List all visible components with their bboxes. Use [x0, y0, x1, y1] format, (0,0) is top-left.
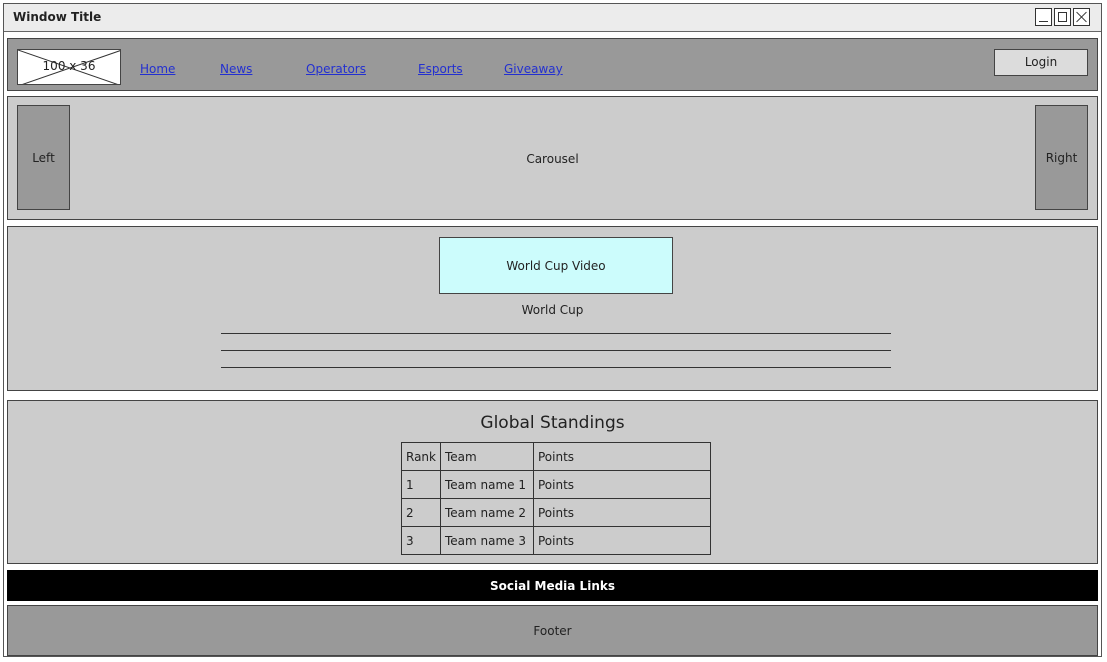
footer-label: Footer: [533, 624, 572, 638]
column-header-points: Points: [532, 442, 712, 471]
nav-link-operators[interactable]: Operators: [306, 62, 366, 76]
text-line: [221, 350, 891, 351]
footer: Footer: [7, 605, 1098, 656]
nav-link-esports[interactable]: Esports: [418, 62, 463, 76]
table-row: 3 Team name 3 Points: [401, 526, 712, 555]
points-cell: Points: [532, 526, 712, 555]
table-row: 1 Team name 1 Points: [401, 470, 712, 499]
logo-placeholder: 100 x 36: [17, 49, 121, 85]
title-bar: Window Title: [4, 4, 1101, 32]
rank-cell: 2: [401, 498, 441, 527]
team-cell: Team name 2: [439, 498, 534, 527]
table-header-row: Rank Team Points: [401, 442, 712, 471]
social-media-links-bar[interactable]: Social Media Links: [7, 570, 1098, 601]
text-line: [221, 333, 891, 334]
text-line: [221, 367, 891, 368]
rank-cell: 3: [401, 526, 441, 555]
standings-title: Global Standings: [480, 413, 625, 433]
navigation-bar: 100 x 36 Home News Operators Esports Giv…: [7, 38, 1098, 91]
carousel: Left Carousel Right: [7, 96, 1098, 220]
team-cell: Team name 1: [439, 470, 534, 499]
nav-link-home[interactable]: Home: [140, 62, 175, 76]
minimize-icon[interactable]: [1035, 8, 1052, 26]
table-row: 2 Team name 2 Points: [401, 498, 712, 527]
world-cup-section: World Cup Video World Cup: [7, 226, 1098, 391]
global-standings-section: Global Standings Rank Team Points 1 Team…: [7, 400, 1098, 564]
points-cell: Points: [532, 470, 712, 499]
window-title: Window Title: [13, 10, 102, 24]
login-button[interactable]: Login: [994, 49, 1088, 76]
team-cell: Team name 3: [439, 526, 534, 555]
nav-link-giveaway[interactable]: Giveaway: [504, 62, 563, 76]
points-cell: Points: [532, 498, 712, 527]
logo-size-label: 100 x 36: [42, 59, 96, 73]
column-header-team: Team: [439, 442, 534, 471]
nav-link-news[interactable]: News: [220, 62, 252, 76]
column-header-rank: Rank: [401, 442, 441, 471]
rank-cell: 1: [401, 470, 441, 499]
carousel-right-button[interactable]: Right: [1035, 105, 1088, 210]
world-cup-video[interactable]: World Cup Video: [439, 237, 673, 294]
app-window: Window Title 100 x 36 Home News Operator…: [3, 3, 1102, 657]
maximize-icon[interactable]: [1054, 8, 1071, 26]
world-cup-caption: World Cup: [521, 303, 584, 317]
close-icon[interactable]: [1073, 8, 1090, 26]
carousel-label: Carousel: [526, 152, 579, 166]
standings-table: Rank Team Points 1 Team name 1 Points 2 …: [401, 442, 712, 555]
